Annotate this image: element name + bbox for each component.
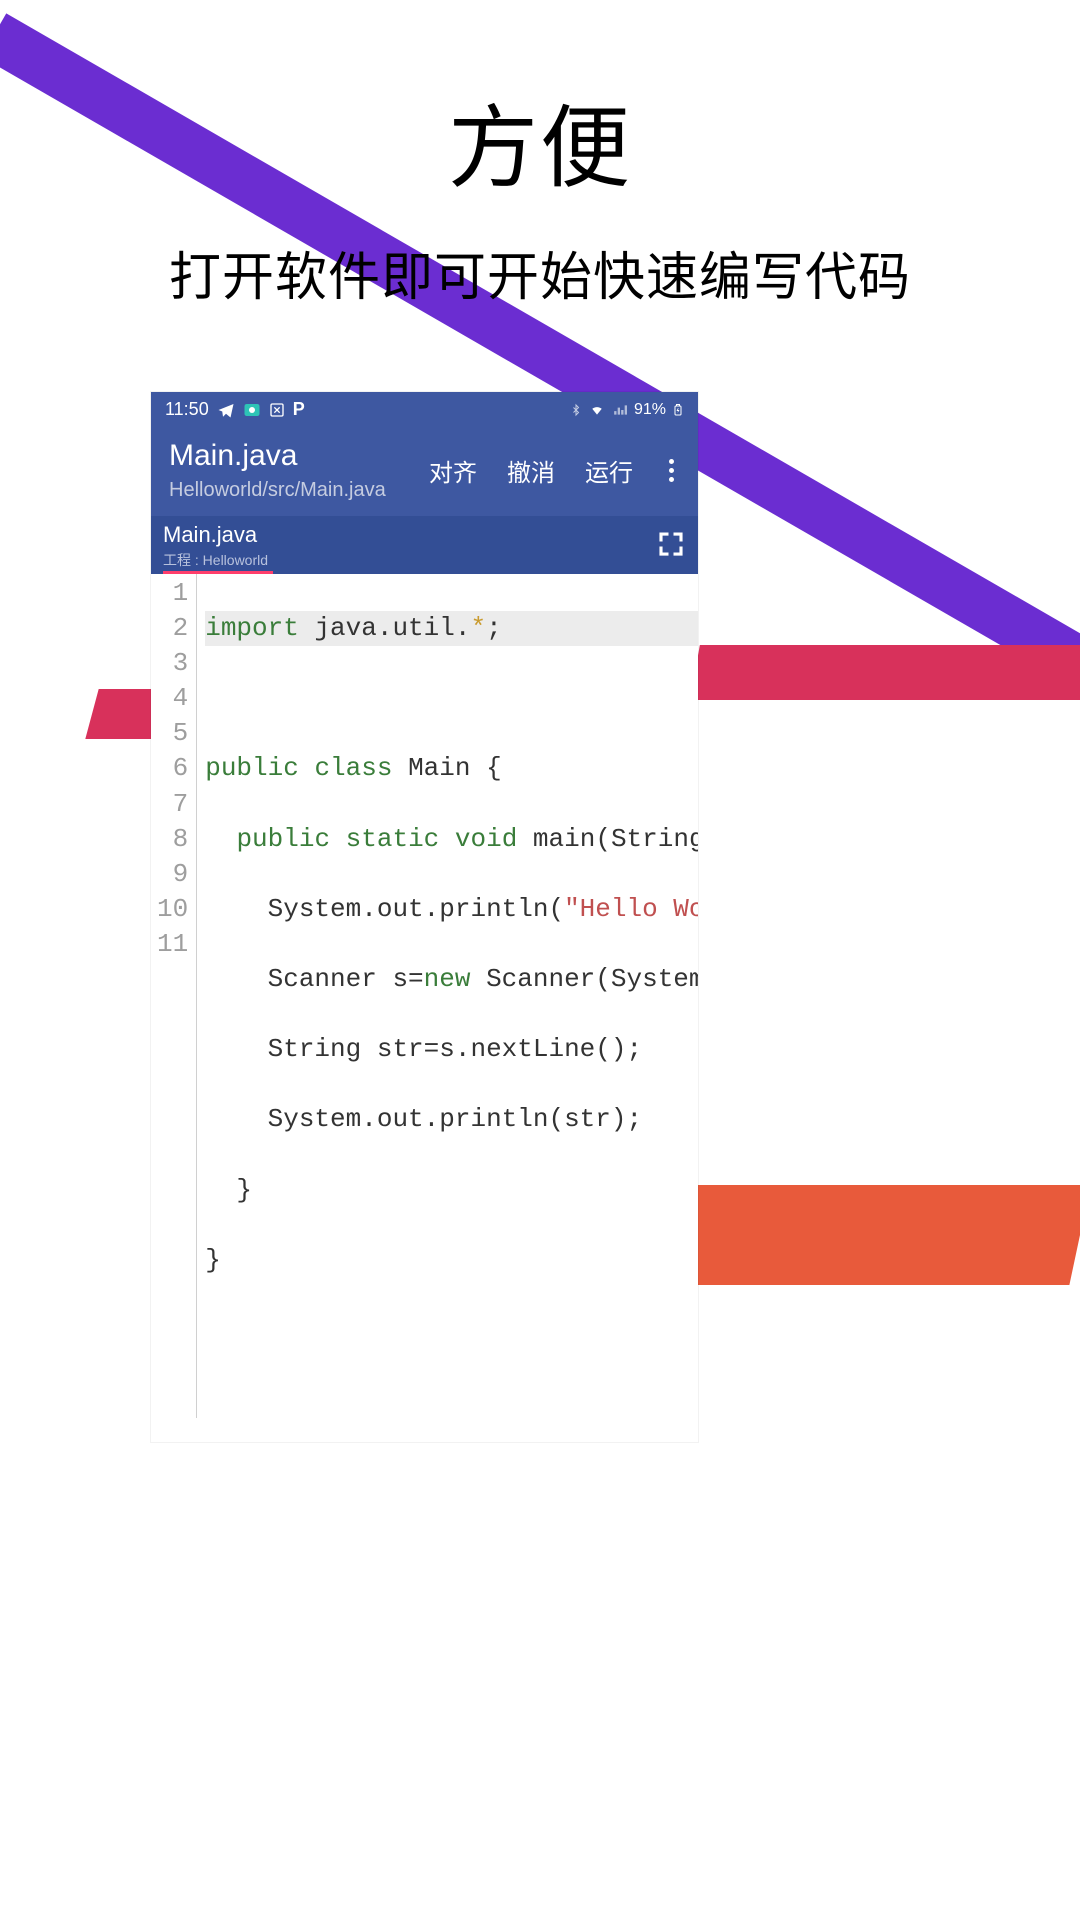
code-line [205, 1313, 698, 1348]
code-line: System.out.println("Hello World [205, 892, 698, 927]
app-title: Main.java [169, 439, 386, 473]
battery-icon [672, 401, 684, 419]
code-line: } [205, 1173, 698, 1208]
tab-project: 工程 : Helloworld [163, 550, 268, 570]
app-bar: Main.java Helloworld/src/Main.java 对齐 撤消… [151, 427, 698, 516]
hero-section: 方便 打开软件即可开始快速编写代码 [0, 0, 1080, 310]
code-line: } [205, 1243, 698, 1278]
code-line [205, 681, 698, 716]
code-line: import java.util.*; [205, 611, 698, 646]
run-button[interactable]: 运行 [585, 453, 633, 488]
p-icon: P [293, 399, 305, 420]
battery-percent: 91% [634, 401, 666, 419]
code-line: System.out.println(str); [205, 1102, 698, 1137]
code-line: public class Main { [205, 751, 698, 786]
signal-icon [612, 403, 628, 417]
code-line: Scanner s=new Scanner(System.in [205, 962, 698, 997]
code-editor[interactable]: 1 2 3 4 5 6 7 8 9 10 11 import java.util… [151, 574, 698, 1418]
notification-icon [269, 402, 285, 418]
line-gutter: 1 2 3 4 5 6 7 8 9 10 11 [151, 574, 197, 1418]
telegram-icon [217, 401, 235, 419]
code-line: public static void main(String[] [205, 822, 698, 857]
status-time: 11:50 [165, 399, 209, 420]
code-area[interactable]: import java.util.*; public class Main { … [197, 574, 698, 1418]
expand-icon[interactable] [656, 529, 686, 564]
decorative-stripe-pink [690, 645, 1080, 700]
align-button[interactable]: 对齐 [429, 453, 477, 488]
camera-icon [243, 401, 261, 419]
tab-active[interactable]: Main.java 工程 : Helloworld [163, 522, 268, 570]
bluetooth-icon [570, 402, 582, 418]
undo-button[interactable]: 撤消 [507, 453, 555, 488]
wifi-icon [588, 403, 606, 417]
more-icon[interactable] [663, 459, 680, 482]
phone-screenshot: 11:50 P 91% [151, 392, 698, 1442]
hero-subtitle: 打开软件即可开始快速编写代码 [0, 235, 1080, 310]
decorative-stripe-orange [669, 1185, 1080, 1285]
status-bar: 11:50 P 91% [151, 392, 698, 427]
tab-bar: Main.java 工程 : Helloworld [151, 516, 698, 574]
hero-title: 方便 [0, 75, 1080, 205]
app-path: Helloworld/src/Main.java [169, 479, 386, 502]
tab-name: Main.java [163, 522, 268, 548]
code-line: String str=s.nextLine(); [205, 1032, 698, 1067]
